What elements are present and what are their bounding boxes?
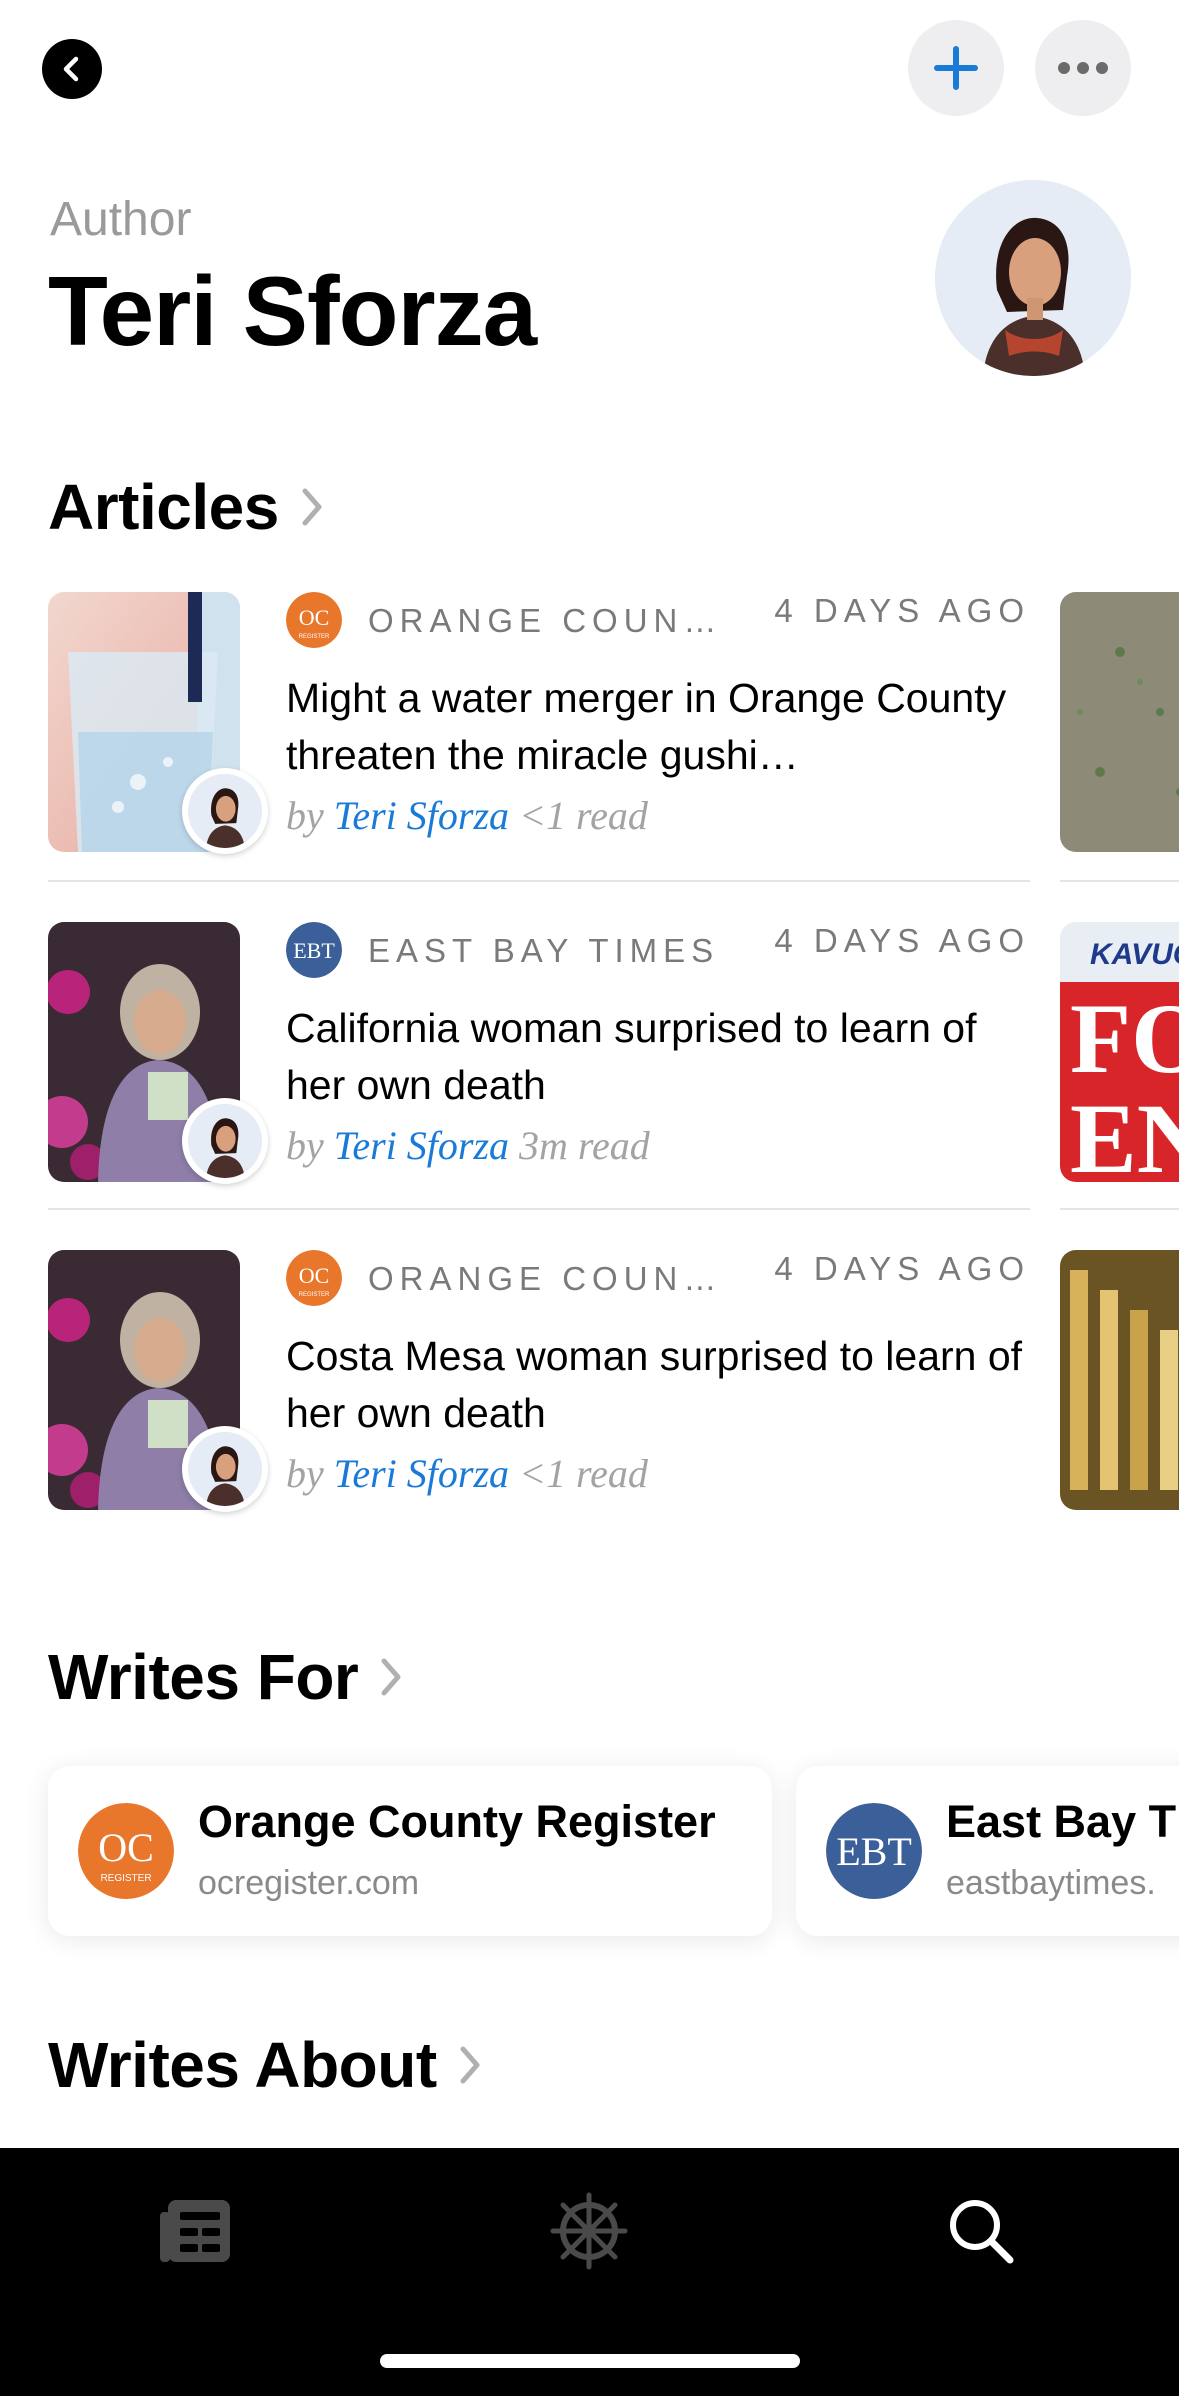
back-button[interactable] — [42, 39, 102, 99]
tab-news[interactable] — [150, 2186, 240, 2276]
author-mini-avatar — [182, 1098, 268, 1184]
article-headline: California woman surprised to learn of h… — [286, 1005, 977, 1108]
publication-card-domain: ocregister.com — [198, 1864, 420, 1902]
search-icon — [950, 2200, 1014, 2264]
tab-search[interactable] — [936, 2186, 1026, 2276]
article-byline: by Teri Sforza 3m read — [286, 1123, 650, 1168]
chevron-right-icon — [460, 2046, 480, 2084]
author-link[interactable]: Teri Sforza — [334, 1123, 509, 1168]
svg-text:REGISTER: REGISTER — [100, 1873, 151, 1884]
author-mini-avatar — [182, 1426, 268, 1512]
chevron-right-icon — [381, 1658, 401, 1696]
author-eyebrow: Author — [50, 193, 192, 246]
article-card[interactable]: OC REGISTER ORANGE COUN… 4 DAYS AGO Migh… — [48, 592, 1030, 892]
publication-card[interactable]: OC REGISTER Orange County Register ocreg… — [48, 1766, 772, 1936]
writes-about-section-header[interactable]: Writes About — [48, 2028, 481, 2102]
chevron-right-icon — [302, 488, 322, 526]
article-card[interactable]: OC REGISTER ORANGE COUN… 4 DAYS AGO Cost… — [48, 1250, 1030, 1550]
author-link[interactable]: Teri Sforza — [334, 1451, 509, 1496]
svg-text:EN: EN — [1070, 1083, 1179, 1182]
writes-for-title: Writes For — [48, 1641, 359, 1713]
publication-logo-ebt: EBT — [826, 1803, 922, 1899]
article-age: 4 DAYS AGO — [774, 922, 1030, 959]
publication-name: ORANGE COUN… — [368, 602, 723, 639]
svg-text:REGISTER: REGISTER — [299, 1292, 330, 1298]
author-link[interactable]: Teri Sforza — [334, 793, 509, 838]
articles-title: Articles — [48, 471, 279, 543]
publication-logo-ebt: EBT — [286, 922, 342, 978]
publication-card-name: Orange County Register — [198, 1796, 716, 1847]
chevron-left-icon — [63, 56, 79, 82]
publication-logo-oc: OC REGISTER — [286, 1250, 342, 1306]
publication-logo-oc: OC REGISTER — [78, 1803, 174, 1899]
follow-button[interactable] — [908, 20, 1004, 116]
author-mini-avatar — [182, 768, 268, 854]
svg-text:REGISTER: REGISTER — [299, 634, 330, 640]
article-headline: Costa Mesa woman surprised to learn of h… — [286, 1333, 1023, 1436]
svg-text:EBT: EBT — [293, 938, 335, 963]
publication-card-domain: eastbaytimes. — [946, 1864, 1156, 1902]
articles-section-header[interactable]: Articles — [48, 470, 323, 544]
next-article-peek[interactable] — [1060, 1250, 1179, 1510]
publication-card[interactable]: EBT East Bay T eastbaytimes. — [796, 1766, 1179, 1936]
svg-text:FOR: FOR — [1070, 983, 1179, 1094]
article-byline: by Teri Sforza <1 read — [286, 793, 648, 838]
tab-explore[interactable] — [544, 2186, 634, 2276]
svg-text:OC: OC — [98, 1825, 154, 1870]
svg-text:OC: OC — [299, 1263, 330, 1288]
article-byline: by Teri Sforza <1 read — [286, 1451, 648, 1496]
author-avatar — [935, 180, 1131, 376]
writes-for-section-header[interactable]: Writes For — [48, 1640, 402, 1714]
article-headline: Might a water merger in Orange County th… — [286, 675, 1007, 778]
publication-logo-oc: OC REGISTER — [286, 592, 342, 648]
publication-name: EAST BAY TIMES — [368, 932, 720, 969]
explore-icon — [550, 2192, 628, 2270]
svg-text:OC: OC — [299, 605, 330, 630]
divider — [48, 1208, 1030, 1210]
plus-icon — [934, 46, 978, 90]
home-indicator — [380, 2354, 800, 2368]
news-icon — [160, 2200, 230, 2262]
svg-text:KAVUON: KAVUON — [1090, 938, 1179, 971]
divider — [1060, 880, 1179, 882]
publication-card-name: East Bay T — [946, 1796, 1177, 1847]
divider — [48, 880, 1030, 882]
writes-about-title: Writes About — [48, 2029, 437, 2101]
svg-text:EBT: EBT — [836, 1829, 912, 1874]
article-age: 4 DAYS AGO — [774, 1250, 1030, 1287]
more-icon — [1058, 62, 1108, 74]
page-title: Teri Sforza — [48, 256, 537, 366]
article-card[interactable]: EBT EAST BAY TIMES 4 DAYS AGO California… — [48, 922, 1030, 1222]
next-article-peek[interactable] — [1060, 592, 1179, 852]
more-button[interactable] — [1035, 20, 1131, 116]
article-age: 4 DAYS AGO — [774, 592, 1030, 629]
tab-bar — [0, 2148, 1179, 2396]
next-article-peek[interactable]: KAVUON FOR EN — [1060, 922, 1179, 1182]
divider — [1060, 1208, 1179, 1210]
publication-name: ORANGE COUN… — [368, 1260, 723, 1297]
